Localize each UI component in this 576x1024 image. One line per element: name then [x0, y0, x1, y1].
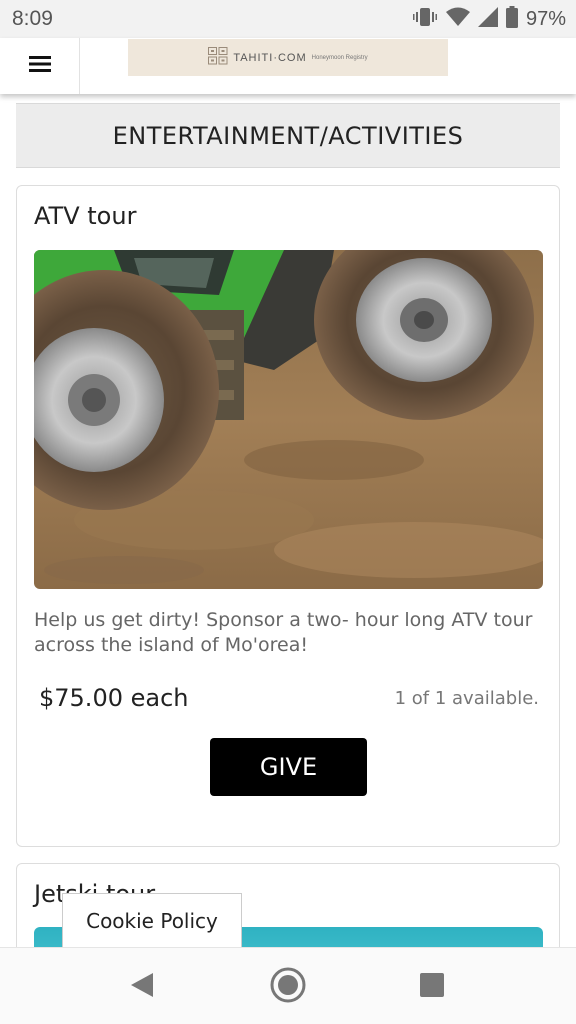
hamburger-menu-icon: [28, 55, 51, 77]
section-header: ENTERTAINMENT/ACTIVITIES: [16, 103, 560, 168]
logo-mark-icon: [208, 46, 228, 69]
battery-icon: [505, 6, 518, 32]
back-button[interactable]: [122, 967, 162, 1007]
logo-tagline: Honeymoon Registry: [311, 54, 368, 61]
item-image-atv: [34, 250, 543, 589]
recents-button[interactable]: [412, 967, 452, 1007]
site-logo[interactable]: TAHITI·COM Honeymoon Registry: [128, 39, 448, 76]
app-header: TAHITI·COM Honeymoon Registry: [0, 38, 576, 94]
status-icons: 97%: [412, 6, 566, 32]
give-button[interactable]: GIVE: [210, 738, 367, 796]
wifi-icon: [445, 7, 470, 31]
item-description: Help us get dirty! Sponsor a two- hour l…: [34, 609, 533, 656]
home-button[interactable]: [268, 967, 308, 1007]
battery-percent: 97%: [525, 7, 566, 30]
menu-button[interactable]: [0, 38, 80, 94]
section-title: ENTERTAINMENT/ACTIVITIES: [112, 121, 464, 150]
cookie-policy-button[interactable]: Cookie Policy: [62, 893, 242, 949]
status-bar: 8:09 97%: [0, 0, 576, 38]
vibrate-icon: [412, 6, 438, 32]
home-icon: [269, 966, 307, 1008]
logo-brand-text: TAHITI·COM: [233, 51, 307, 64]
item-price: $75.00 each: [39, 684, 189, 712]
signal-icon: [477, 7, 498, 31]
status-time: 8:09: [12, 7, 53, 30]
back-icon: [129, 971, 155, 1003]
recents-icon: [419, 972, 445, 1002]
item-availability: 1 of 1 available.: [394, 688, 539, 709]
item-title: ATV tour: [34, 202, 137, 230]
gift-card-atv-tour: ATV tour Help us get dirty! Sponsor a tw…: [16, 185, 560, 847]
system-nav-bar: [0, 947, 576, 1024]
